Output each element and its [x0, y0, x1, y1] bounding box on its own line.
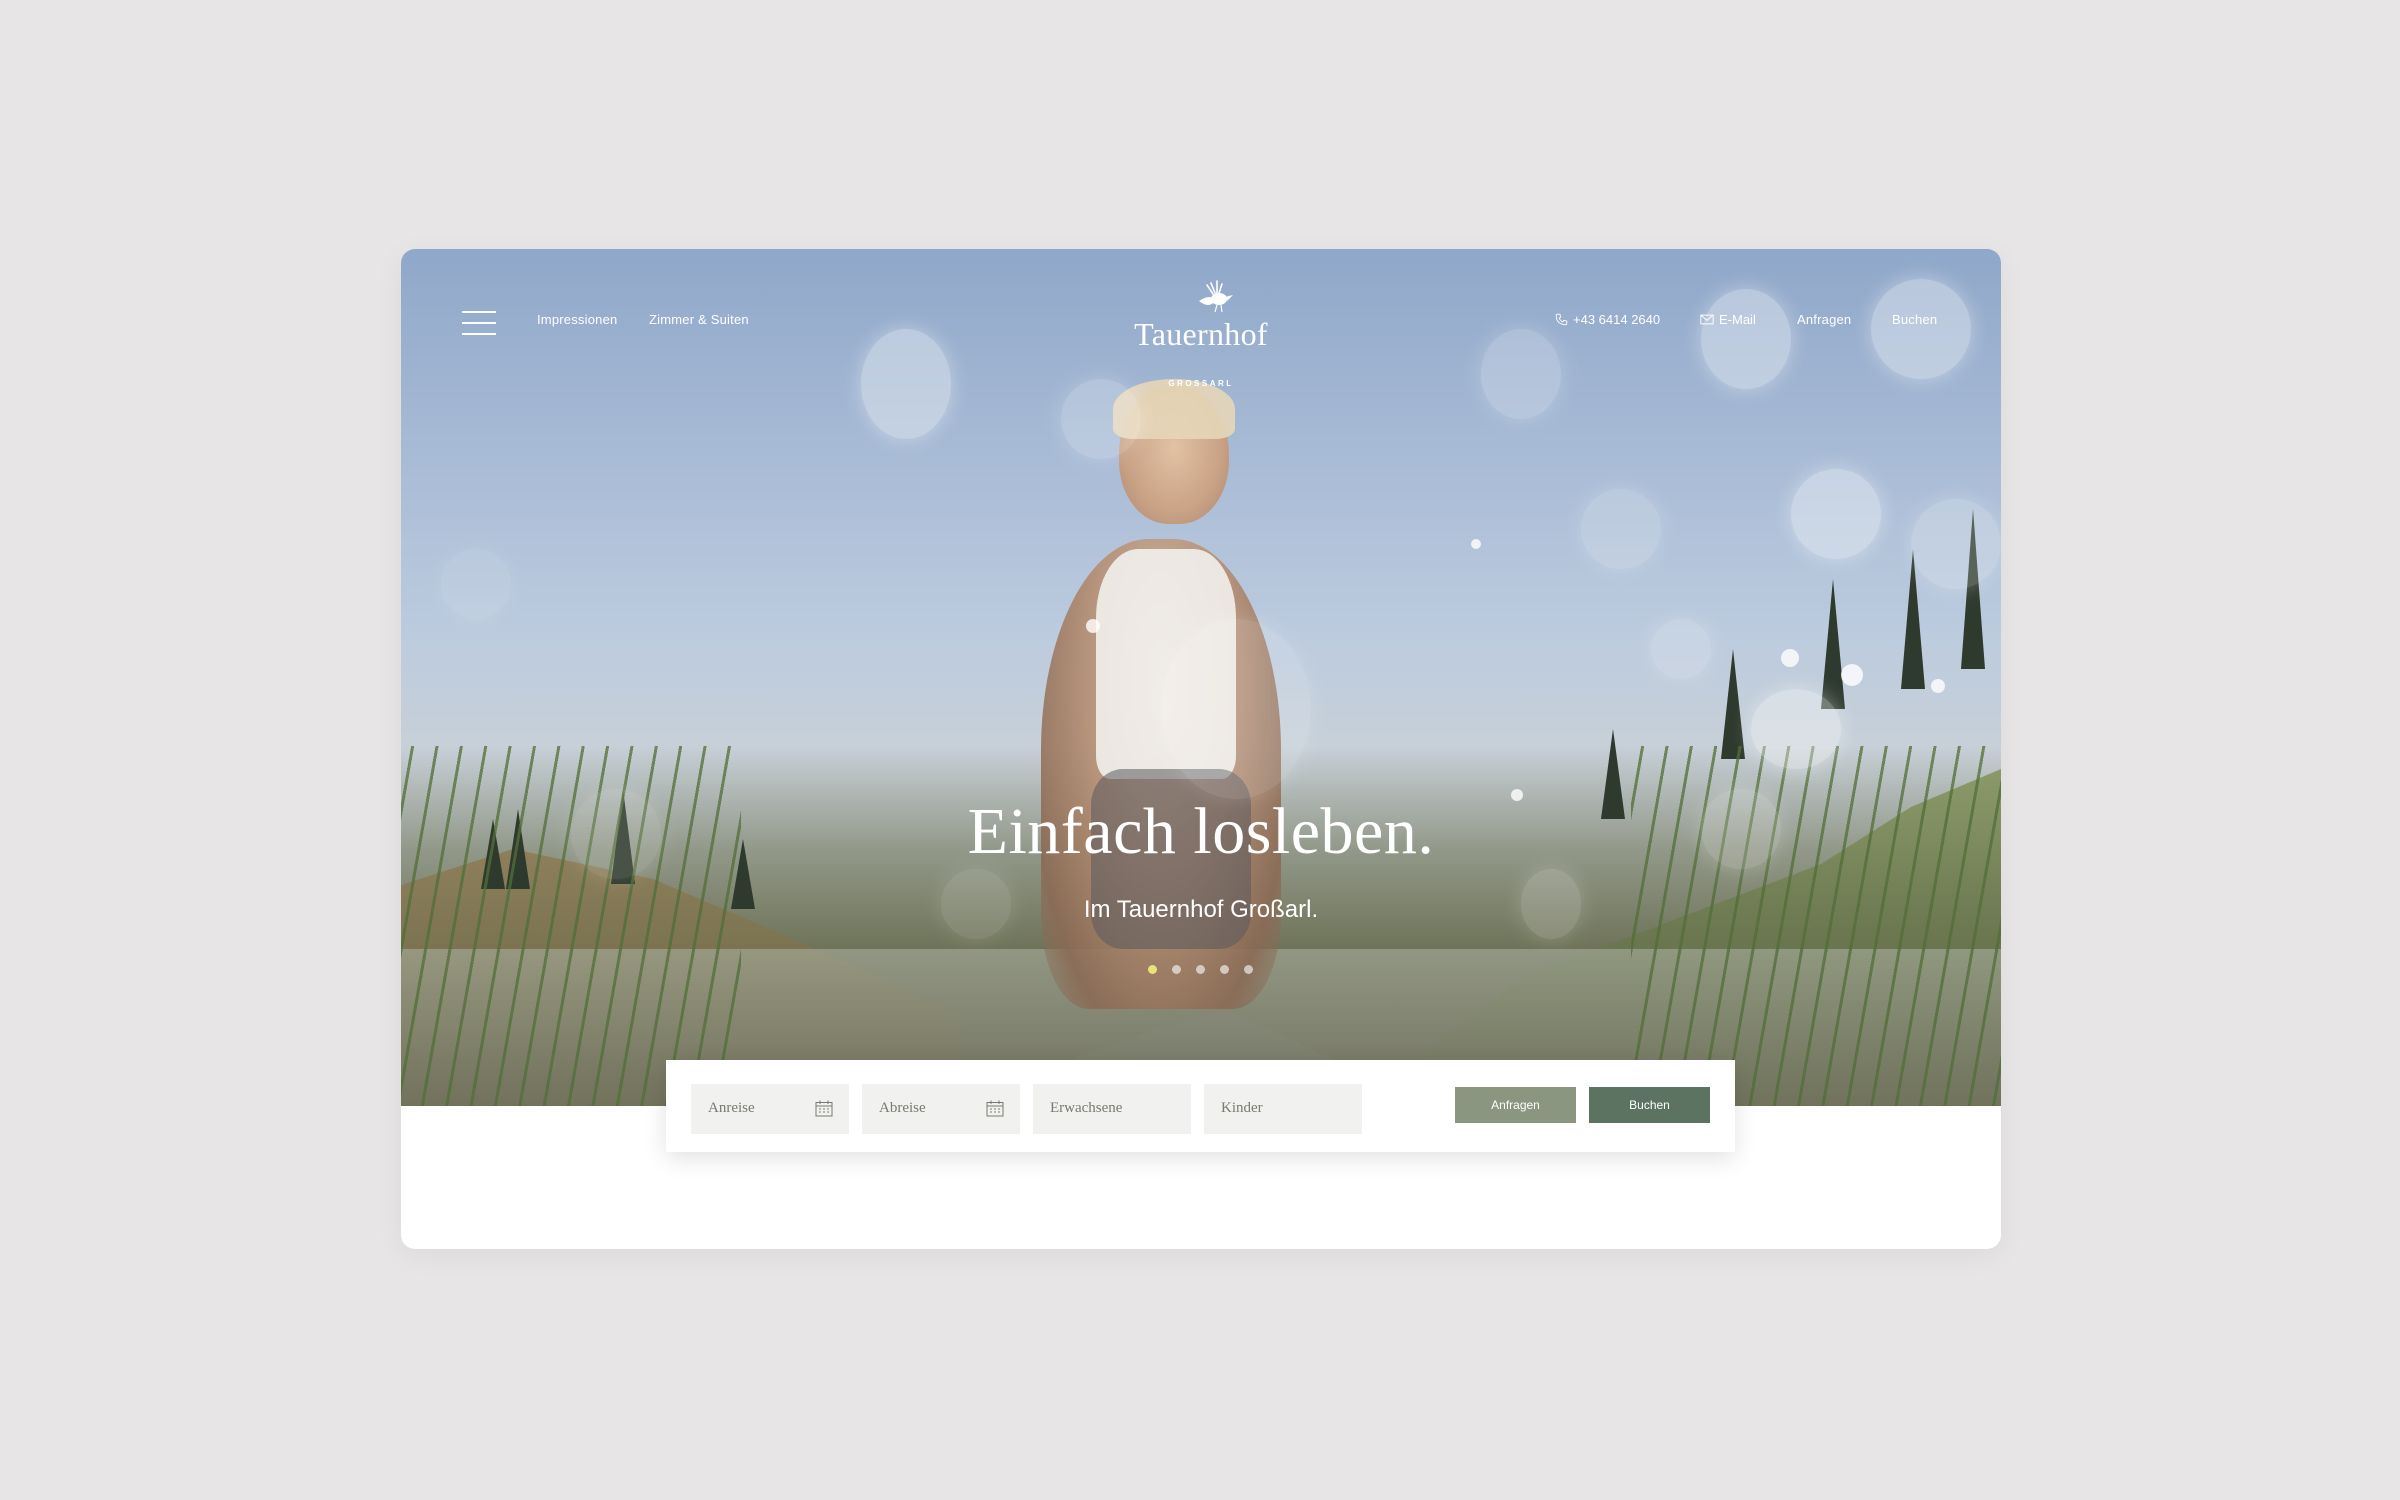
bokeh — [1791, 469, 1881, 559]
logo-subtitle: GROSSARL — [1168, 379, 1234, 388]
browser-window: Impressionen Zimmer & Suiten Tauernhof G… — [401, 249, 2001, 1249]
nav-link-impressionen[interactable]: Impressionen — [537, 312, 617, 327]
children-placeholder: Kinder — [1221, 1100, 1263, 1116]
hamburger-menu-icon[interactable] — [462, 311, 496, 335]
water-drop — [1471, 539, 1481, 549]
mail-icon — [1700, 314, 1714, 325]
bird-logo-icon — [1199, 280, 1233, 313]
booking-bar: Anreise Abreise Erwachsene Kinder Anfrag… — [666, 1060, 1735, 1152]
adults-field[interactable]: Erwachsene — [1033, 1084, 1191, 1134]
phone-number: +43 6414 2640 — [1573, 312, 1661, 327]
water-drop — [1086, 619, 1100, 633]
slider-dot-1[interactable] — [1148, 965, 1157, 974]
water-drop — [1781, 649, 1799, 667]
calendar-icon — [815, 1100, 833, 1117]
bokeh — [1481, 329, 1561, 419]
water-drop — [1841, 664, 1863, 686]
bokeh — [1911, 499, 2001, 589]
bokeh — [1581, 489, 1661, 569]
bokeh — [1751, 689, 1841, 769]
bokeh — [1651, 619, 1711, 679]
children-field[interactable]: Kinder — [1204, 1084, 1362, 1134]
tree — [1821, 579, 1845, 709]
nav-link-anfragen[interactable]: Anfragen — [1797, 312, 1851, 327]
bokeh — [861, 329, 951, 439]
phone-icon — [1555, 313, 1568, 326]
arrival-date-field[interactable]: Anreise — [691, 1084, 849, 1134]
book-button[interactable]: Buchen — [1589, 1087, 1710, 1123]
departure-placeholder: Abreise — [879, 1100, 926, 1116]
bokeh — [441, 549, 511, 619]
water-drop — [1931, 679, 1945, 693]
bokeh — [1871, 279, 1971, 379]
hero-headline: Einfach losleben. — [967, 795, 1435, 868]
bokeh — [1701, 289, 1791, 389]
phone-link[interactable]: +43 6414 2640 — [1555, 312, 1660, 327]
adults-placeholder: Erwachsene — [1050, 1100, 1123, 1116]
email-link[interactable]: E-Mail — [1700, 312, 1756, 327]
logo-wordmark: Tauernhof — [1134, 316, 1268, 352]
slider-dot-4[interactable] — [1220, 965, 1229, 974]
email-label: E-Mail — [1719, 312, 1756, 327]
slider-dot-5[interactable] — [1244, 965, 1253, 974]
departure-date-field[interactable]: Abreise — [862, 1084, 1020, 1134]
logo[interactable]: Tauernhof GROSSARL — [1101, 279, 1301, 388]
slider-dots — [1148, 965, 1253, 974]
calendar-icon — [986, 1100, 1004, 1117]
hero-image: Impressionen Zimmer & Suiten Tauernhof G… — [401, 249, 2001, 1106]
tree — [1721, 649, 1745, 759]
bokeh — [1161, 619, 1311, 799]
slider-dot-3[interactable] — [1196, 965, 1205, 974]
hero-subline: Im Tauernhof Großarl. — [1083, 896, 1319, 923]
nav-link-zimmer-suiten[interactable]: Zimmer & Suiten — [649, 312, 749, 327]
arrival-placeholder: Anreise — [708, 1100, 755, 1116]
nav-link-buchen[interactable]: Buchen — [1892, 312, 1937, 327]
inquire-button[interactable]: Anfragen — [1455, 1087, 1576, 1123]
slider-dot-2[interactable] — [1172, 965, 1181, 974]
bokeh — [1061, 379, 1141, 459]
